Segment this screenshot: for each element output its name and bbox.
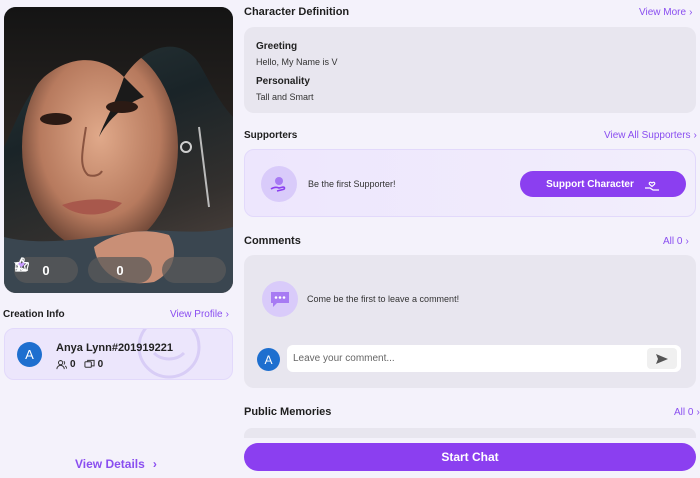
characters-stat: 0 bbox=[83, 359, 104, 370]
supporters-empty-text: Be the first Supporter! bbox=[308, 179, 396, 189]
view-more-label: View More bbox=[639, 7, 687, 18]
send-icon bbox=[656, 353, 668, 364]
comments-empty-text: Come be the first to leave a comment! bbox=[307, 294, 460, 304]
creator-avatar[interactable]: A bbox=[17, 342, 42, 367]
portrait-image bbox=[4, 7, 233, 293]
characters-count: 0 bbox=[97, 359, 104, 370]
like-count: 0 bbox=[42, 262, 50, 278]
comments-title: Comments bbox=[244, 235, 301, 247]
support-character-button[interactable]: Support Character bbox=[520, 171, 686, 197]
creator-stats: 0 0 bbox=[56, 359, 103, 370]
gift-heart-icon bbox=[644, 181, 659, 191]
chevron-right-icon: › bbox=[693, 130, 697, 141]
send-comment-button[interactable] bbox=[647, 348, 677, 369]
character-photo: 0 0 bbox=[4, 7, 233, 293]
support-character-label: Support Character bbox=[546, 178, 634, 190]
chevron-right-icon: › bbox=[685, 236, 689, 247]
view-details-link[interactable]: View Details › bbox=[75, 457, 157, 471]
creator-name[interactable]: Anya Lynn#201919221 bbox=[56, 342, 173, 354]
all-comments-link[interactable]: All 0 › bbox=[663, 236, 689, 247]
favorite-button[interactable]: 0 bbox=[14, 257, 152, 283]
chevron-right-icon: › bbox=[696, 407, 700, 418]
chat-bubble-icon bbox=[271, 292, 289, 307]
view-profile-link[interactable]: View Profile › bbox=[170, 309, 229, 320]
public-memories-title: Public Memories bbox=[244, 406, 332, 418]
all-memories-link[interactable]: All 0 › bbox=[674, 407, 700, 418]
hand-heart-icon bbox=[270, 177, 286, 192]
supporters-panel: Be the first Supporter! Support Characte… bbox=[244, 149, 696, 217]
comment-placeholder bbox=[262, 281, 298, 317]
memories-panel bbox=[244, 428, 696, 438]
all-comments-label: All 0 bbox=[663, 236, 683, 247]
chat-cards-icon bbox=[83, 359, 95, 368]
start-chat-label: Start Chat bbox=[441, 450, 499, 464]
view-all-supporters-label: View All Supporters bbox=[604, 130, 691, 141]
creation-info-title: Creation Info bbox=[3, 309, 65, 320]
chevron-right-icon: › bbox=[689, 7, 693, 18]
creator-card[interactable]: A Anya Lynn#201919221 0 0 bbox=[4, 328, 233, 380]
view-more-link[interactable]: View More › bbox=[639, 7, 692, 18]
favorite-count: 0 bbox=[116, 262, 124, 278]
comment-input-box bbox=[287, 345, 681, 372]
supporters-title: Supporters bbox=[244, 130, 298, 141]
followers-count: 0 bbox=[70, 359, 76, 370]
followers-stat: 0 bbox=[56, 359, 76, 370]
character-definition-panel: Greeting Hello, My Name is V Personality… bbox=[244, 27, 696, 113]
greeting-text: Hello, My Name is V bbox=[256, 57, 338, 67]
view-all-supporters-link[interactable]: View All Supporters › bbox=[604, 130, 697, 141]
chevron-right-icon: › bbox=[225, 309, 229, 320]
comments-panel: Come be the first to leave a comment! A bbox=[244, 255, 696, 388]
character-definition-title: Character Definition bbox=[244, 6, 350, 18]
personality-text: Tall and Smart bbox=[256, 92, 314, 102]
personality-label: Personality bbox=[256, 76, 310, 87]
supporter-placeholder bbox=[261, 166, 297, 202]
view-profile-label: View Profile bbox=[170, 309, 223, 320]
greeting-label: Greeting bbox=[256, 41, 298, 52]
photo-action-bar: 0 0 bbox=[14, 257, 226, 291]
comment-input[interactable] bbox=[287, 345, 627, 372]
current-user-avatar: A bbox=[257, 348, 280, 371]
all-memories-label: All 0 bbox=[674, 407, 694, 418]
chevron-right-icon: › bbox=[152, 457, 157, 471]
gift-button[interactable] bbox=[14, 257, 226, 283]
gift-heart-icon bbox=[14, 262, 29, 271]
decorative-face-icon bbox=[137, 329, 201, 379]
users-icon bbox=[56, 360, 67, 370]
start-chat-button[interactable]: Start Chat bbox=[244, 443, 696, 471]
view-details-label: View Details bbox=[75, 457, 145, 471]
